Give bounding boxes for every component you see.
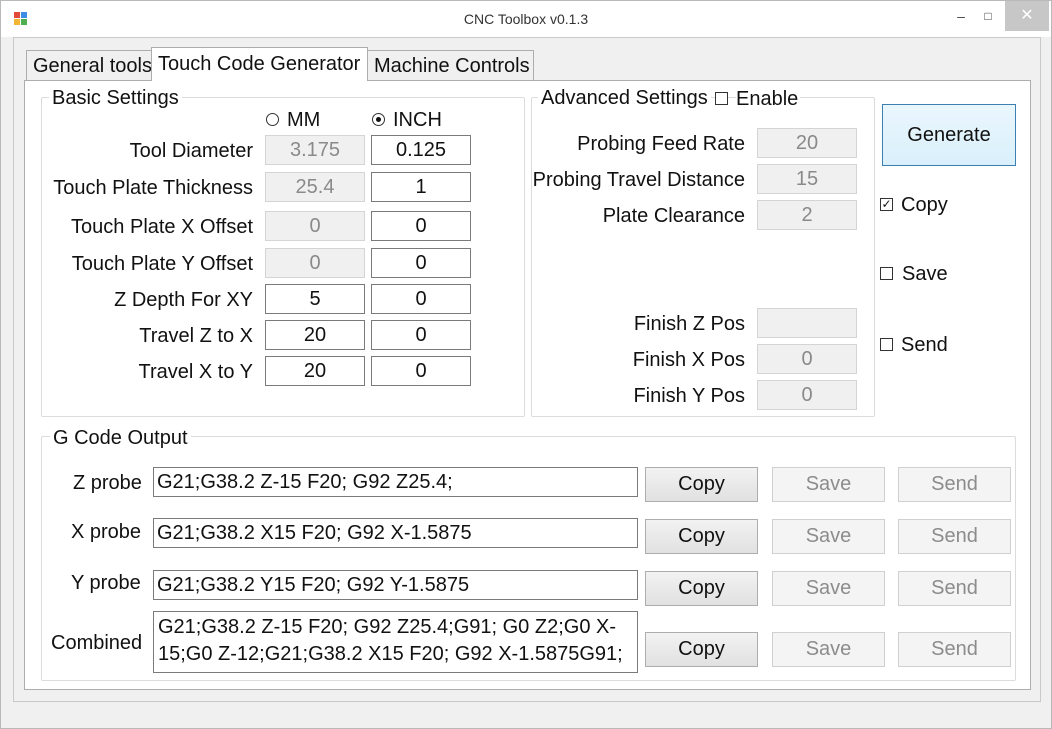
enable-label[interactable]: Enable (736, 88, 801, 111)
app-window: CNC Toolbox v0.1.3 ‒ □ ✕ General tools T… (0, 0, 1052, 729)
send-option-label[interactable]: Send (901, 334, 948, 357)
touch-plate-thickness-label: Touch Plate Thickness (53, 177, 253, 199)
combined-copy-button[interactable]: Copy (645, 632, 758, 667)
save-checkbox[interactable] (880, 267, 893, 280)
probing-travel-distance-field[interactable]: 15 (757, 164, 857, 194)
finish-z-pos-label: Finish Z Pos (633, 313, 745, 335)
touch-plate-y-offset-label: Touch Plate Y Offset (71, 253, 253, 275)
generate-button[interactable]: Generate (882, 104, 1016, 166)
z-depth-for-xy-label: Z Depth For XY (114, 289, 253, 311)
x-probe-save-button[interactable]: Save (772, 519, 885, 554)
copy-checkbox[interactable]: ✓ (880, 198, 893, 211)
tab-touch-code-generator[interactable]: Touch Code Generator (151, 47, 368, 81)
advanced-settings-legend: Advanced Settings (538, 87, 711, 110)
touch-plate-y-offset-mm-field[interactable]: 0 (265, 248, 365, 278)
g-code-output-legend: G Code Output (50, 427, 191, 450)
finish-z-pos-field[interactable] (757, 308, 857, 338)
tab-general-tools[interactable]: General tools (26, 50, 152, 80)
touch-plate-x-offset-inch-field[interactable]: 0 (371, 211, 471, 241)
travel-z-to-x-inch-field[interactable]: 0 (371, 320, 471, 350)
touch-plate-thickness-inch-field[interactable]: 1 (371, 172, 471, 202)
combined-save-button[interactable]: Save (772, 632, 885, 667)
touch-plate-thickness-mm-field[interactable]: 25.4 (265, 172, 365, 202)
send-checkbox[interactable] (880, 338, 893, 351)
touch-plate-x-offset-label: Touch Plate X Offset (71, 216, 253, 238)
travel-x-to-y-label: Travel X to Y (138, 361, 254, 383)
title-bar[interactable]: CNC Toolbox v0.1.3 ‒ □ ✕ (1, 1, 1051, 37)
x-probe-copy-button[interactable]: Copy (645, 519, 758, 554)
z-probe-save-button[interactable]: Save (772, 467, 885, 502)
finish-y-pos-label: Finish Y Pos (633, 385, 745, 407)
enable-checkbox[interactable] (715, 92, 728, 105)
window-title: CNC Toolbox v0.1.3 (463, 11, 589, 27)
combined-send-button[interactable]: Send (898, 632, 1011, 667)
touch-plate-y-offset-inch-field[interactable]: 0 (371, 248, 471, 278)
mm-label[interactable]: MM (287, 109, 320, 132)
travel-z-to-x-label: Travel Z to X (139, 325, 253, 347)
y-probe-copy-button[interactable]: Copy (645, 571, 758, 606)
tool-diameter-inch-field[interactable]: 0.125 (371, 135, 471, 165)
z-probe-copy-button[interactable]: Copy (645, 467, 758, 502)
x-probe-output-field[interactable]: G21;G38.2 X15 F20; G92 X-1.5875 (153, 518, 638, 548)
probing-travel-distance-label: Probing Travel Distance (532, 169, 745, 191)
close-button[interactable]: ✕ (1005, 1, 1049, 31)
probing-feed-rate-label: Probing Feed Rate (577, 133, 745, 155)
z-depth-for-xy-inch-field[interactable]: 0 (371, 284, 471, 314)
finish-x-pos-field[interactable]: 0 (757, 344, 857, 374)
y-probe-output-field[interactable]: G21;G38.2 Y15 F20; G92 Y-1.5875 (153, 570, 638, 600)
z-probe-label: Z probe (73, 472, 142, 494)
probing-feed-rate-field[interactable]: 20 (757, 128, 857, 158)
travel-x-to-y-inch-field[interactable]: 0 (371, 356, 471, 386)
inch-label[interactable]: INCH (393, 109, 442, 132)
x-probe-label: X probe (71, 521, 142, 543)
travel-x-to-y-mm-field[interactable]: 20 (265, 356, 365, 386)
y-probe-save-button[interactable]: Save (772, 571, 885, 606)
y-probe-label: Y probe (71, 572, 141, 594)
z-depth-for-xy-mm-field[interactable]: 5 (265, 284, 365, 314)
touch-plate-x-offset-mm-field[interactable]: 0 (265, 211, 365, 241)
plate-clearance-label: Plate Clearance (602, 205, 745, 227)
basic-settings-legend: Basic Settings (49, 87, 182, 110)
z-probe-output-field[interactable]: G21;G38.2 Z-15 F20; G92 Z25.4; (153, 467, 638, 497)
copy-option-label[interactable]: Copy (901, 194, 948, 217)
plate-clearance-field[interactable]: 2 (757, 200, 857, 230)
tab-machine-controls[interactable]: Machine Controls (367, 50, 534, 80)
y-probe-send-button[interactable]: Send (898, 571, 1011, 606)
tool-diameter-mm-field[interactable]: 3.175 (265, 135, 365, 165)
travel-z-to-x-mm-field[interactable]: 20 (265, 320, 365, 350)
save-option-label[interactable]: Save (902, 263, 948, 286)
combined-label: Combined (51, 632, 143, 654)
mm-radio[interactable] (266, 113, 279, 126)
maximize-button[interactable]: □ (971, 1, 1005, 31)
inch-radio[interactable] (372, 113, 385, 126)
finish-x-pos-label: Finish X Pos (632, 349, 745, 371)
tab-panel-touch-code-generator: Basic Settings MM INCH Tool Diameter 3.1… (24, 80, 1031, 690)
x-probe-send-button[interactable]: Send (898, 519, 1011, 554)
finish-y-pos-field[interactable]: 0 (757, 380, 857, 410)
tool-diameter-label: Tool Diameter (129, 140, 253, 162)
z-probe-send-button[interactable]: Send (898, 467, 1011, 502)
combined-output-field[interactable]: G21;G38.2 Z-15 F20; G92 Z25.4;G91; G0 Z2… (153, 611, 638, 673)
